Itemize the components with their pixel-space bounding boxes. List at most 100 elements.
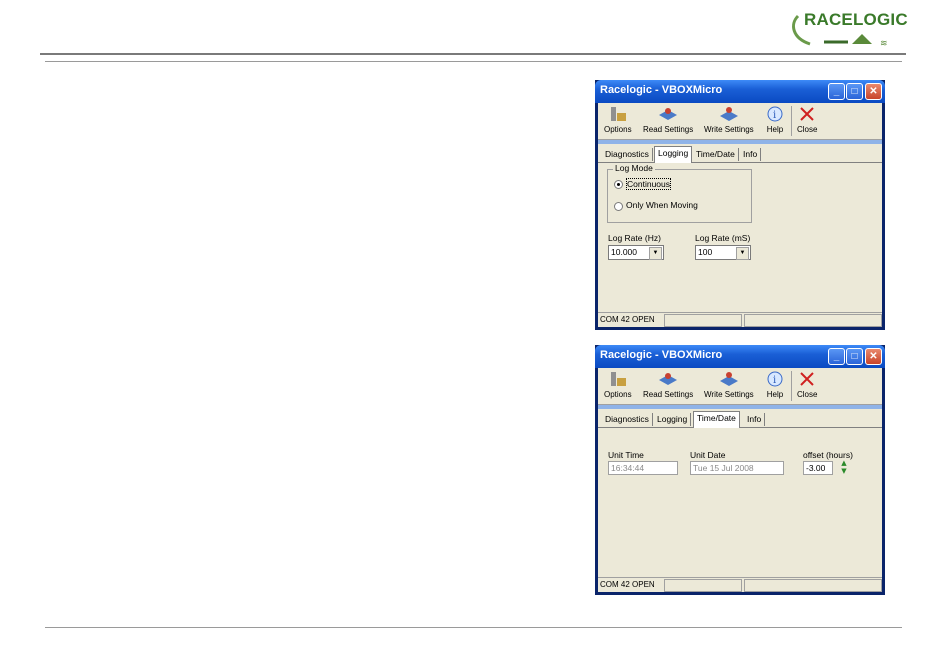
- offset-hours-input[interactable]: -3.00: [803, 461, 833, 475]
- unit-time-field: 16:34:44: [608, 461, 678, 475]
- write-settings-icon: [719, 107, 738, 121]
- vboxmicro-window-timedate: Racelogic - VBOXMicro _ □ ✕ Options Read…: [595, 345, 885, 595]
- write-settings-button[interactable]: Write Settings: [704, 370, 754, 399]
- status-panel: [744, 579, 882, 592]
- tab-diagnostics[interactable]: Diagnostics: [602, 148, 653, 161]
- log-rate-hz-select[interactable]: 10.000 ▼: [608, 245, 664, 260]
- toolbar-separator: [791, 106, 792, 136]
- tab-logging[interactable]: Logging: [654, 413, 692, 426]
- maximize-button[interactable]: □: [846, 83, 863, 100]
- status-panel: [664, 314, 742, 327]
- unit-time-label: Unit Time: [608, 450, 644, 460]
- toolbar-divider: [598, 405, 882, 409]
- toolbar-label: Help: [766, 125, 784, 134]
- offset-hours-value: -3.00: [806, 463, 826, 473]
- tab-diagnostics[interactable]: Diagnostics: [602, 413, 653, 426]
- status-panel: [744, 314, 882, 327]
- log-mode-label: Log Mode: [613, 163, 655, 173]
- status-text: COM 42 OPEN: [600, 315, 655, 324]
- options-icon: [610, 372, 626, 386]
- toolbar: Options Read Settings Write Settings i H…: [598, 103, 882, 140]
- tab-time-date[interactable]: Time/Date: [693, 411, 740, 428]
- options-icon: [610, 107, 626, 121]
- only-when-moving-label[interactable]: Only When Moving: [626, 200, 698, 210]
- only-when-moving-radio[interactable]: [614, 202, 623, 211]
- help-button[interactable]: i Help: [766, 105, 784, 134]
- unit-time-value: 16:34:44: [611, 463, 645, 473]
- footer-rule: [45, 627, 902, 628]
- header-rule-thin: [45, 61, 902, 62]
- log-rate-ms-select[interactable]: 100 ▼: [695, 245, 751, 260]
- toolbar-label: Options: [604, 390, 632, 399]
- options-button[interactable]: Options: [604, 105, 632, 134]
- write-settings-icon: [719, 372, 738, 386]
- write-settings-button[interactable]: Write Settings: [704, 105, 754, 134]
- toolbar-divider: [598, 140, 882, 144]
- toolbar-label: Read Settings: [643, 390, 694, 399]
- tab-logging[interactable]: Logging: [654, 146, 693, 163]
- svg-text:≋: ≋: [880, 39, 888, 49]
- vboxmicro-window-logging: Racelogic - VBOXMicro _ □ ✕ Options Read…: [595, 80, 885, 330]
- tab-info[interactable]: Info: [744, 413, 766, 426]
- window-close-button[interactable]: ✕: [865, 348, 882, 365]
- time-date-panel: Unit Time 16:34:44 Unit Date Tue 15 Jul …: [598, 428, 882, 578]
- window-body: Options Read Settings Write Settings i H…: [598, 103, 882, 327]
- read-settings-button[interactable]: Read Settings: [643, 370, 693, 399]
- title-bar[interactable]: Racelogic - VBOXMicro _ □ ✕: [595, 80, 885, 103]
- window-close-button[interactable]: ✕: [865, 83, 882, 100]
- toolbar-label: Close: [797, 390, 818, 399]
- unit-date-label: Unit Date: [690, 450, 726, 460]
- chevron-down-icon[interactable]: ▼: [736, 247, 749, 260]
- help-icon: i: [767, 106, 783, 122]
- spin-up-icon[interactable]: ▲: [840, 459, 848, 467]
- window-body: Options Read Settings Write Settings i H…: [598, 368, 882, 592]
- close-button[interactable]: Close: [797, 105, 817, 134]
- toolbar-label: Write Settings: [704, 125, 754, 134]
- help-button[interactable]: i Help: [766, 370, 784, 399]
- toolbar-label: Write Settings: [704, 390, 754, 399]
- minimize-button[interactable]: _: [828, 83, 845, 100]
- chevron-down-icon[interactable]: ▼: [649, 247, 662, 260]
- help-icon: i: [767, 371, 783, 387]
- close-button[interactable]: Close: [797, 370, 817, 399]
- title-bar[interactable]: Racelogic - VBOXMicro _ □ ✕: [595, 345, 885, 368]
- window-title: Racelogic - VBOXMicro: [600, 84, 723, 96]
- minimize-button[interactable]: _: [828, 348, 845, 365]
- tab-info[interactable]: Info: [740, 148, 762, 161]
- read-settings-icon: [659, 108, 678, 120]
- tab-strip: Diagnostics Logging Time/Date Info: [598, 146, 882, 163]
- continuous-radio[interactable]: [614, 180, 623, 189]
- toolbar-label: Read Settings: [643, 125, 694, 134]
- toolbar-label: Close: [797, 125, 818, 134]
- svg-text:i: i: [773, 110, 776, 121]
- log-rate-hz-value: 10.000: [611, 247, 637, 257]
- toolbar-label: Options: [604, 125, 632, 134]
- logo-text: RACELOGIC: [804, 10, 908, 29]
- tab-time-date[interactable]: Time/Date: [693, 148, 739, 161]
- maximize-button[interactable]: □: [846, 348, 863, 365]
- unit-date-value: Tue 15 Jul 2008: [693, 463, 754, 473]
- toolbar-separator: [791, 371, 792, 401]
- log-mode-group: Log Mode Continuous Only When Moving: [607, 163, 752, 223]
- options-button[interactable]: Options: [604, 370, 632, 399]
- toolbar: Options Read Settings Write Settings i H…: [598, 368, 882, 405]
- status-text: COM 42 OPEN: [600, 580, 655, 589]
- log-rate-ms-value: 100: [698, 247, 713, 257]
- logging-panel: Log Mode Continuous Only When Moving Log…: [598, 163, 882, 313]
- window-title: Racelogic - VBOXMicro: [600, 349, 723, 361]
- status-panel: [664, 579, 742, 592]
- offset-spinner[interactable]: ▲ ▼: [840, 459, 848, 475]
- status-bar: COM 42 OPEN: [598, 312, 882, 327]
- toolbar-label: Help: [766, 390, 784, 399]
- log-rate-ms-label: Log Rate (mS): [695, 233, 751, 243]
- spin-down-icon[interactable]: ▼: [840, 467, 848, 475]
- status-bar: COM 42 OPEN: [598, 577, 882, 592]
- read-settings-button[interactable]: Read Settings: [643, 105, 693, 134]
- continuous-label[interactable]: Continuous: [626, 178, 672, 190]
- close-icon: [800, 107, 814, 121]
- unit-date-field: Tue 15 Jul 2008: [690, 461, 784, 475]
- tab-strip: Diagnostics Logging Time/Date Info: [598, 411, 882, 428]
- racelogic-logo: ≋ RACELOGIC: [788, 8, 908, 52]
- header-rule: [40, 53, 906, 55]
- svg-text:i: i: [773, 375, 776, 386]
